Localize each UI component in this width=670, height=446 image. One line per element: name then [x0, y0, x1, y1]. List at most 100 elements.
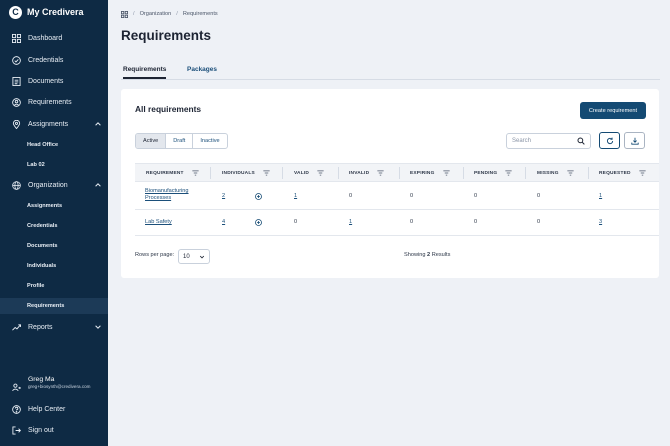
sidebar-item-assignments[interactable]: Assignments	[0, 114, 108, 134]
filter-icon[interactable]	[192, 170, 199, 176]
results-count: 2	[427, 252, 431, 258]
rows-per-page-label: Rows per page:	[135, 252, 175, 258]
sidebar-item-dashboard[interactable]: Dashboard	[0, 28, 108, 48]
requirements-table: REQUIREMENT INDIVIDUALS VALID INVALID EX…	[135, 163, 659, 236]
sidebar-subitem-lab-02[interactable]: Lab 02	[0, 157, 108, 173]
column-header-missing[interactable]: MISSING	[537, 164, 574, 182]
breadcrumb-requirements: Requirements	[182, 11, 218, 17]
filter-icon[interactable]	[442, 170, 450, 176]
sidebar-item-label: Dashboard	[28, 34, 63, 42]
column-divider	[282, 167, 283, 179]
column-header-requested[interactable]: REQUESTED	[599, 164, 646, 182]
user-email: greg+biosynth@credivera.com	[28, 384, 91, 389]
sidebar-subitem-org-requirements[interactable]: Requirements	[0, 298, 108, 314]
column-header-pending[interactable]: PENDING	[474, 164, 512, 182]
refresh-button[interactable]	[599, 132, 620, 149]
requirement-link[interactable]: Biomanufacturing Processes	[145, 188, 205, 202]
pending-count: 0	[474, 219, 478, 225]
sidebar-subitem-org-documents[interactable]: Documents	[0, 238, 108, 254]
column-header-invalid[interactable]: INVALID	[349, 164, 384, 182]
column-label: MISSING	[537, 170, 559, 176]
sidebar-item-credentials[interactable]: Credentials	[0, 50, 108, 70]
tab-requirements[interactable]: Requirements	[123, 66, 167, 79]
user-profile[interactable]: Greg Ma greg+biosynth@credivera.com	[12, 376, 91, 391]
tab-packages[interactable]: Packages	[187, 66, 217, 73]
column-header-requirement[interactable]: REQUIREMENT	[146, 164, 199, 182]
rows-per-page-value: 10	[183, 253, 190, 260]
requirement-link[interactable]: Lab Safety	[145, 219, 172, 225]
user-name: Greg Ma	[28, 376, 55, 383]
filter-icon[interactable]	[317, 170, 324, 176]
chevron-up-icon	[95, 122, 101, 126]
credivera-logo-icon: C	[9, 5, 22, 19]
table-row: Biomanufacturing Processes 2 1 0 0 0 0 1	[135, 182, 659, 210]
filter-inactive-button[interactable]: Inactive	[193, 134, 226, 148]
brand[interactable]: C My Credivera	[9, 4, 84, 20]
missing-count: 0	[537, 219, 541, 225]
invalid-count: 0	[349, 193, 353, 199]
sidebar-item-requirements[interactable]: Requirements	[0, 92, 108, 112]
sidebar-item-documents[interactable]: Documents	[0, 71, 108, 91]
sidebar-subitem-org-individuals[interactable]: Individuals	[0, 258, 108, 274]
sidebar-item-organization[interactable]: Organization	[0, 175, 108, 195]
apps-grid-icon[interactable]	[121, 10, 129, 18]
sidebar-item-sign-out[interactable]: Sign out	[0, 420, 108, 440]
search-input[interactable]: Search	[506, 133, 591, 149]
column-label: REQUIREMENT	[146, 170, 184, 176]
invalid-count-link[interactable]: 1	[349, 219, 352, 225]
showing-suffix: Results	[431, 252, 451, 258]
requested-count-link[interactable]: 1	[599, 193, 602, 199]
add-individual-icon[interactable]	[255, 219, 262, 226]
rows-per-page-select[interactable]: 10	[178, 249, 210, 264]
column-divider	[525, 167, 526, 179]
breadcrumb: / Organization / Requirements	[121, 9, 218, 19]
filter-icon[interactable]	[639, 170, 646, 176]
expiring-count: 0	[410, 193, 414, 199]
page-title: Requirements	[121, 28, 212, 43]
sidebar-subitem-org-credentials[interactable]: Credentials	[0, 218, 108, 234]
individuals-count-link[interactable]: 2	[222, 193, 225, 199]
sidebar-item-label: Documents	[28, 77, 64, 85]
pending-count: 0	[474, 193, 478, 199]
column-divider	[399, 167, 400, 179]
filter-draft-button[interactable]: Draft	[166, 134, 194, 148]
results-summary: Showing 2 Results	[404, 252, 450, 258]
chevron-up-icon	[95, 183, 101, 187]
sidebar-item-label: Requirements	[28, 98, 72, 106]
column-divider	[210, 167, 211, 179]
requirements-card: All requirements Create requirement Acti…	[121, 89, 659, 278]
individuals-count-link[interactable]: 4	[222, 219, 225, 225]
chevron-down-icon	[95, 325, 101, 329]
column-label: INDIVIDUALS	[222, 170, 255, 176]
brand-name: My Credivera	[27, 7, 84, 17]
sidebar-item-reports[interactable]: Reports	[0, 317, 108, 337]
create-requirement-button[interactable]: Create requirement	[580, 102, 646, 119]
column-header-expiring[interactable]: EXPIRING	[410, 164, 450, 182]
column-label: EXPIRING	[410, 170, 435, 176]
valid-count-link[interactable]: 1	[294, 193, 297, 199]
sidebar-item-help-center[interactable]: Help Center	[0, 399, 108, 419]
add-individual-icon[interactable]	[255, 193, 262, 200]
filter-active-button[interactable]: Active	[136, 134, 167, 148]
filter-icon[interactable]	[505, 170, 512, 176]
showing-prefix: Showing	[404, 252, 426, 258]
filter-icon[interactable]	[377, 170, 384, 176]
filter-icon[interactable]	[567, 170, 574, 176]
column-header-individuals[interactable]: INDIVIDUALS	[222, 164, 270, 182]
sidebar-item-label: Assignments	[28, 120, 69, 128]
search-icon	[577, 137, 585, 145]
help-center-label: Help Center	[28, 405, 66, 413]
filter-icon[interactable]	[263, 170, 270, 176]
download-button[interactable]	[624, 132, 645, 149]
requested-count-link[interactable]: 3	[599, 219, 602, 225]
breadcrumb-organization[interactable]: Organization	[140, 11, 172, 17]
table-row: Lab Safety 4 0 1 0 0 0 3	[135, 210, 659, 236]
column-header-valid[interactable]: VALID	[294, 164, 324, 182]
sidebar-subitem-org-assignments[interactable]: Assignments	[0, 198, 108, 214]
requirements-icon	[12, 97, 21, 107]
breadcrumb-separator: /	[176, 11, 178, 17]
location-pin-icon	[12, 119, 21, 129]
sidebar-subitem-head-office[interactable]: Head Office	[0, 137, 108, 153]
sign-out-icon	[12, 425, 21, 435]
sidebar-subitem-org-profile[interactable]: Profile	[0, 278, 108, 294]
